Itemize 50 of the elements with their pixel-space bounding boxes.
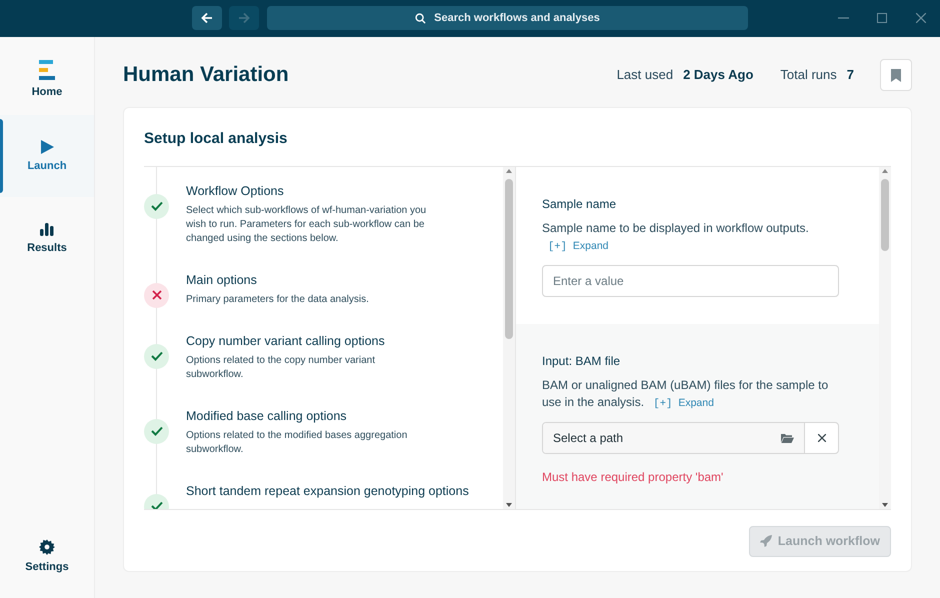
nav-item[interactable]: Settings xyxy=(0,528,94,584)
section-title[interactable]: Copy number variant calling options xyxy=(186,332,493,348)
gear-icon xyxy=(39,539,55,555)
section-description: Select which sub-workflows of wf-human-variation you wish to run. Parameters for each sub-workflow can be changed using the sections below. xyxy=(186,204,428,246)
bar-chart-icon xyxy=(40,222,54,236)
total-runs-label: Total runs xyxy=(780,66,837,84)
section-description: Options related to the copy number variant subworkflow. xyxy=(186,354,376,382)
field-label: Input: BAM file xyxy=(542,352,622,370)
minimize-icon[interactable] xyxy=(838,17,849,19)
card-title: Setup local analysis xyxy=(144,129,288,149)
scroll-thumb[interactable] xyxy=(505,178,513,338)
scroll-down-icon[interactable] xyxy=(506,502,512,506)
scroll-thumb[interactable] xyxy=(881,178,889,250)
scroll-up-icon[interactable] xyxy=(882,168,888,172)
last-used-value: 2 Days Ago xyxy=(683,66,754,84)
nav-item[interactable]: Launch xyxy=(0,115,94,197)
nav-item[interactable]: Results xyxy=(0,197,94,279)
logo-icon xyxy=(39,60,55,80)
rocket-icon xyxy=(760,535,772,547)
total-runs-value: 7 xyxy=(846,66,854,84)
scroll-down-icon[interactable] xyxy=(882,502,888,506)
field-description: BAM or unaligned BAM (uBAM) files for the sample to use in the analysis. [+] Expand xyxy=(542,376,830,412)
maximize-icon[interactable] xyxy=(877,13,887,23)
arrow-left-icon xyxy=(201,12,213,24)
scroll-up-icon[interactable] xyxy=(506,168,512,172)
search-icon xyxy=(415,12,426,24)
section-title[interactable]: Workflow Options xyxy=(186,182,493,198)
scrollbar[interactable] xyxy=(503,166,515,508)
section-title[interactable]: Main options xyxy=(186,272,493,288)
field-label: Sample name xyxy=(542,196,618,212)
nav-item[interactable]: Home xyxy=(0,37,94,115)
close-icon[interactable] xyxy=(916,13,926,23)
section-description: Options related to the modified bases aggregation subworkflow. xyxy=(186,428,408,456)
bookmark-button[interactable] xyxy=(880,59,912,91)
section-title[interactable]: Short tandem repeat expansion genotyping options xyxy=(186,482,493,498)
page-title: Human Variation xyxy=(123,62,289,88)
last-used-label: Last used xyxy=(616,66,674,84)
scrollbar[interactable] xyxy=(879,166,891,508)
expand-link[interactable]: [+] Expand xyxy=(548,240,609,252)
section-description: Primary parameters for the data analysis. xyxy=(186,292,370,306)
back-button[interactable] xyxy=(192,6,222,30)
text-input-field[interactable]: Enter a value xyxy=(542,264,839,296)
error-message: Must have required property 'bam' xyxy=(542,468,724,486)
field-description: Sample name to be displayed in workflow outputs. [+] Expand xyxy=(542,220,810,254)
play-icon xyxy=(40,140,54,154)
search-field[interactable]: Search workflows and analyses xyxy=(267,6,748,30)
bookmark-icon xyxy=(891,68,901,82)
arrow-right-icon xyxy=(238,12,250,24)
expand-link[interactable]: [+] Expand xyxy=(653,396,714,408)
section-title[interactable]: Modified base calling options xyxy=(186,408,493,424)
